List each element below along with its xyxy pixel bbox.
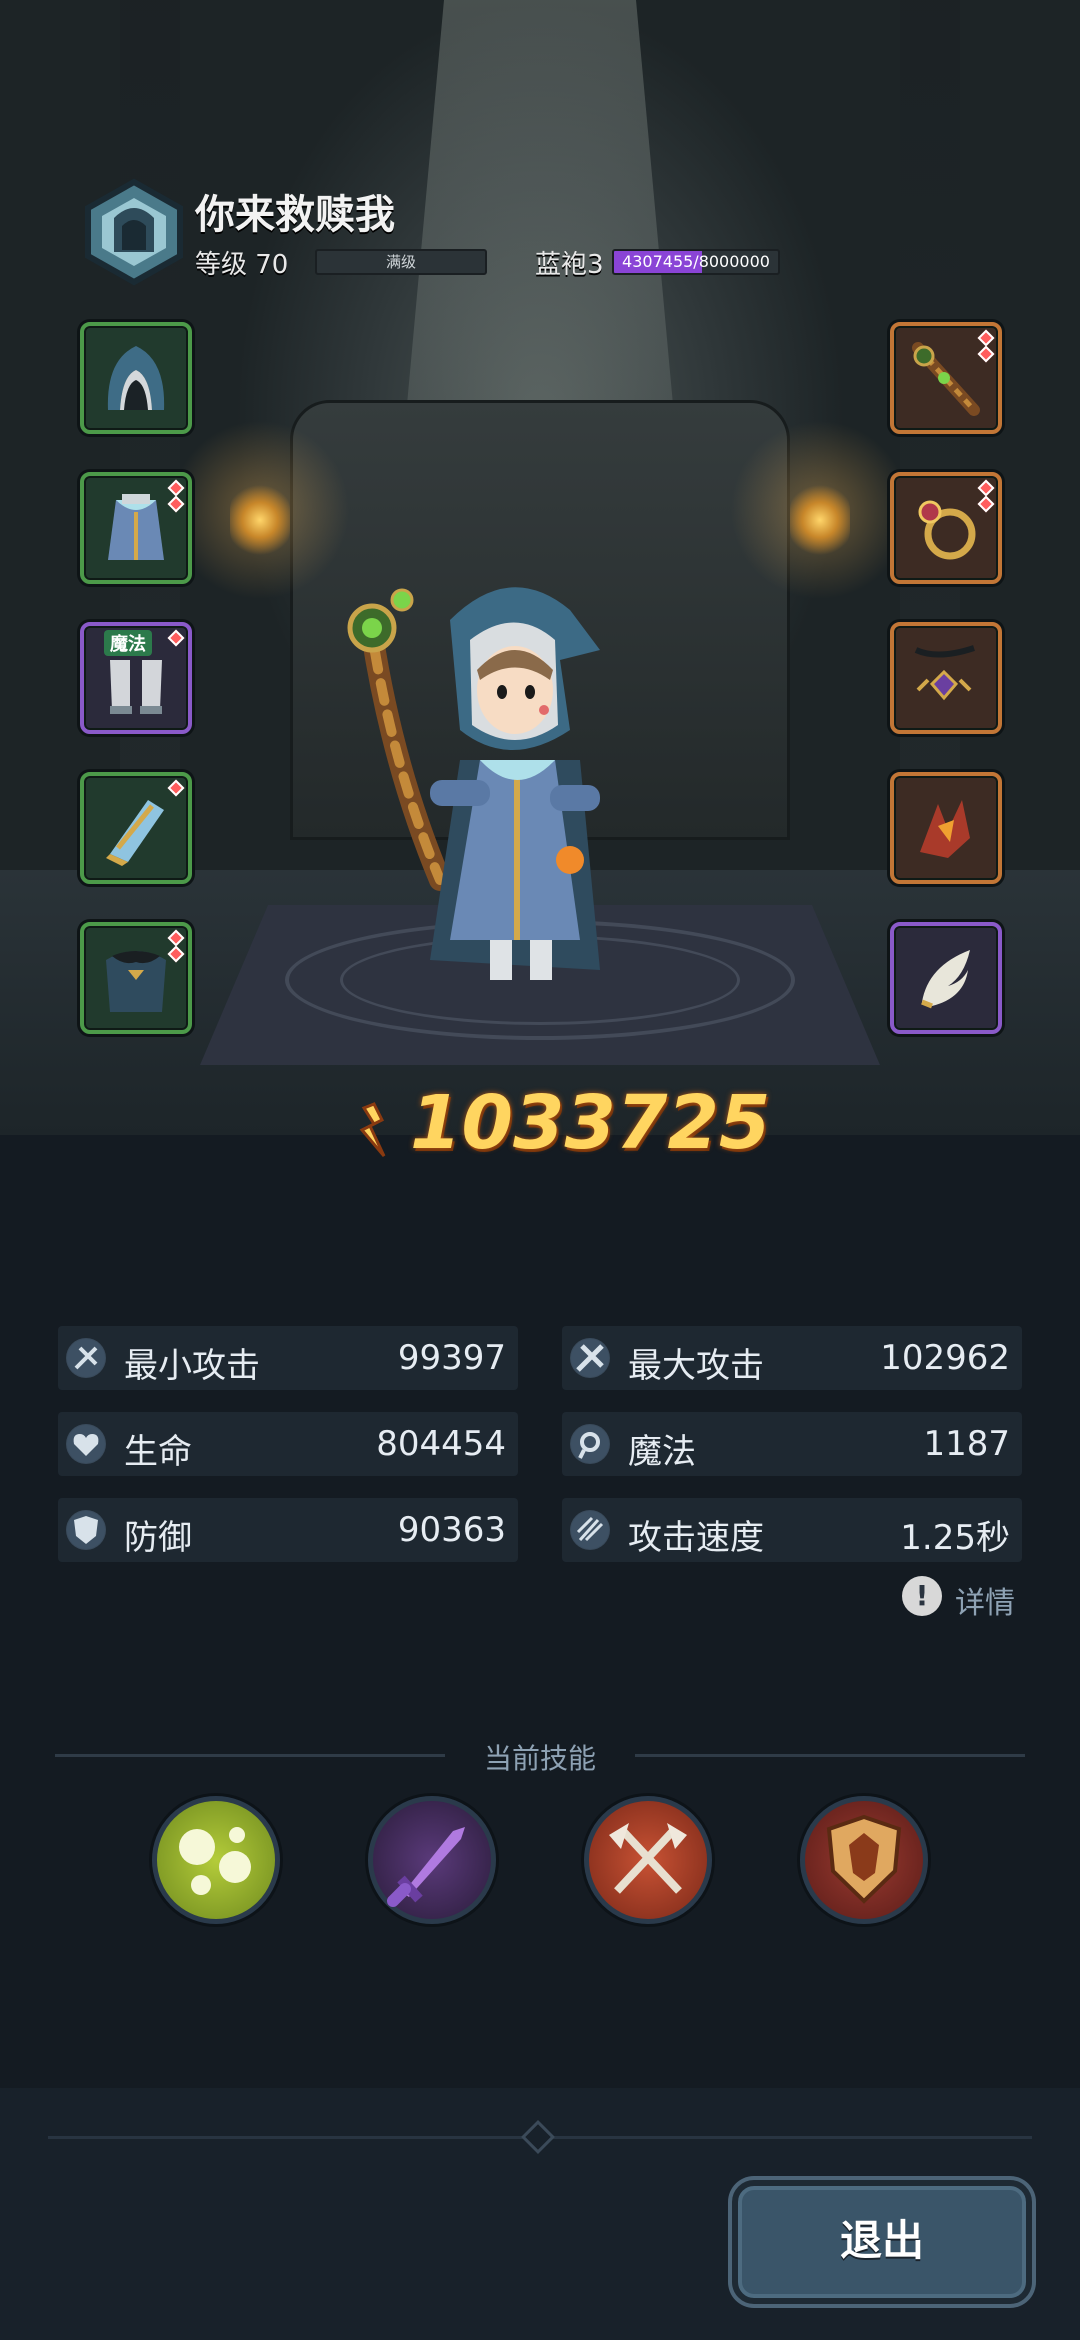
upgrade-gem-icon bbox=[167, 629, 185, 647]
torch-flame-icon bbox=[230, 480, 290, 560]
skill-slot-3[interactable] bbox=[584, 1796, 712, 1924]
life-icon bbox=[66, 1424, 106, 1464]
stat-min-attack: 最小攻击 99397 bbox=[58, 1326, 518, 1390]
stat-value: 102962 bbox=[880, 1338, 1010, 1378]
equip-slot-boots[interactable]: 魔法 bbox=[80, 622, 192, 734]
class-rank: 蓝袍3 bbox=[535, 250, 604, 280]
info-icon[interactable]: ! bbox=[902, 1576, 942, 1616]
robe-icon bbox=[108, 494, 164, 560]
stat-label: 最小攻击 bbox=[124, 1346, 260, 1386]
stat-label: 防御 bbox=[124, 1518, 192, 1558]
min-attack-icon bbox=[66, 1338, 106, 1378]
details-link[interactable]: 详情 bbox=[955, 1578, 1015, 1622]
stat-defense: 防御 90363 bbox=[58, 1498, 518, 1562]
stat-max-attack: 最大攻击 102962 bbox=[562, 1326, 1022, 1390]
necklace-icon bbox=[914, 645, 975, 701]
stat-value: 99397 bbox=[397, 1338, 506, 1378]
max-attack-icon bbox=[570, 1338, 610, 1378]
player-name: 你来救赎我 bbox=[195, 192, 395, 238]
hero-character[interactable] bbox=[330, 560, 690, 1000]
claw-amulet-icon bbox=[920, 800, 970, 858]
stat-magic: 魔法 1187 bbox=[562, 1412, 1022, 1476]
exit-button[interactable]: 退出 bbox=[732, 2180, 1032, 2304]
wing-charm-icon bbox=[921, 950, 970, 1009]
skill-slot-1[interactable] bbox=[152, 1796, 280, 1924]
skill-slot-4[interactable] bbox=[800, 1796, 928, 1924]
equip-slot-staff[interactable] bbox=[890, 322, 1002, 434]
staff-weapon-icon bbox=[347, 588, 451, 891]
ring-icon bbox=[918, 500, 976, 560]
class-emblem-icon bbox=[85, 178, 183, 286]
level-progress-bar: 满级 bbox=[315, 249, 487, 275]
defense-icon bbox=[66, 1510, 106, 1550]
staff-icon bbox=[912, 342, 980, 416]
stat-label: 最大攻击 bbox=[628, 1346, 764, 1386]
exp-progress-bar: 4307455/8000000 bbox=[612, 249, 780, 275]
equip-slot-cloak[interactable] bbox=[80, 922, 192, 1034]
cloak-icon bbox=[106, 951, 166, 1012]
equip-slot-amulet[interactable] bbox=[890, 772, 1002, 884]
equip-slot-ring[interactable] bbox=[890, 472, 1002, 584]
stat-value: 90363 bbox=[397, 1510, 506, 1550]
level-status-text: 满级 bbox=[385, 253, 416, 271]
torch-flame-icon bbox=[790, 480, 850, 560]
exp-progress-text: 4307455/8000000 bbox=[622, 252, 770, 271]
attack-speed-icon bbox=[570, 1510, 610, 1550]
stat-value: 804454 bbox=[376, 1424, 506, 1464]
poison-bubbles-skill-icon bbox=[179, 1827, 251, 1895]
equip-slot-bracer[interactable] bbox=[80, 772, 192, 884]
hood-icon bbox=[107, 346, 165, 410]
equip-slot-charm[interactable] bbox=[890, 922, 1002, 1034]
stat-attack-speed: 攻击速度 1.25秒 bbox=[562, 1498, 1022, 1562]
equip-slot-hood[interactable] bbox=[80, 322, 192, 434]
character-screen: 你来救赎我 等级 70 满级 蓝袍3 4307455/8000000 魔法 10… bbox=[0, 0, 1080, 2340]
combat-power-value: 1033725 bbox=[410, 1080, 771, 1166]
stat-value: 1.25秒 bbox=[900, 1518, 1010, 1558]
magic-icon bbox=[570, 1424, 610, 1464]
crossed-axes-skill-icon bbox=[609, 1823, 687, 1894]
stat-label: 生命 bbox=[124, 1432, 192, 1472]
bracer-icon bbox=[106, 800, 164, 866]
shadow-blade-skill-icon bbox=[387, 1827, 465, 1907]
guard-shield-skill-icon bbox=[826, 1814, 902, 1904]
equip-slot-robe[interactable] bbox=[80, 472, 192, 584]
boots-icon bbox=[110, 660, 162, 714]
stat-label: 魔法 bbox=[628, 1432, 696, 1472]
stat-life: 生命 804454 bbox=[58, 1412, 518, 1476]
skill-slot-2[interactable] bbox=[368, 1796, 496, 1924]
stat-value: 1187 bbox=[923, 1424, 1010, 1464]
equip-slot-necklace[interactable] bbox=[890, 622, 1002, 734]
stat-label: 攻击速度 bbox=[628, 1518, 764, 1558]
combat-power-icon bbox=[359, 1102, 386, 1157]
player-level: 等级 70 bbox=[195, 250, 289, 280]
skills-title: 当前技能 bbox=[483, 1742, 596, 1775]
